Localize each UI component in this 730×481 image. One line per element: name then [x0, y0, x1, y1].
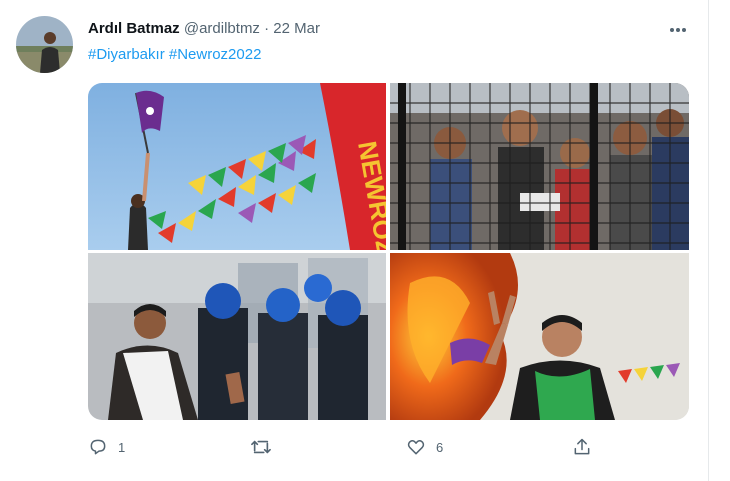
tweet[interactable]: Ardıl Batmaz @ardilbtmz · 22 Mar #Diyarb… [0, 0, 709, 481]
avatar[interactable] [16, 16, 73, 73]
photo-riot-police[interactable] [88, 253, 386, 420]
share-icon [572, 437, 592, 457]
more-horizontal-icon[interactable] [666, 22, 690, 38]
reply-button[interactable]: 1 [88, 436, 125, 458]
retweet-button[interactable] [250, 436, 282, 458]
reply-count: 1 [118, 439, 126, 455]
author-handle[interactable]: @ardilbtmz [184, 20, 260, 37]
share-button[interactable] [572, 436, 592, 458]
reply-icon [88, 437, 108, 457]
tweet-date[interactable]: 22 Mar [273, 20, 320, 37]
photo-flags[interactable]: NEWROZ [88, 83, 386, 250]
tweet-hashtags[interactable]: #Diyarbakır #Newroz2022 [88, 46, 261, 63]
like-count: 6 [436, 439, 444, 455]
tweet-header: Ardıl Batmaz @ardilbtmz · 22 Mar [88, 20, 320, 37]
like-icon [406, 437, 426, 457]
author-name[interactable]: Ardıl Batmaz [88, 20, 180, 37]
like-button[interactable]: 6 [406, 436, 443, 458]
photo-crowd-fence[interactable] [390, 83, 689, 250]
photo-fire-victory[interactable] [390, 253, 689, 420]
separator: · [264, 20, 270, 37]
tweet-actions: 1 6 [88, 436, 608, 460]
retweet-icon [250, 437, 272, 457]
media-grid: NEWROZ [88, 83, 689, 420]
